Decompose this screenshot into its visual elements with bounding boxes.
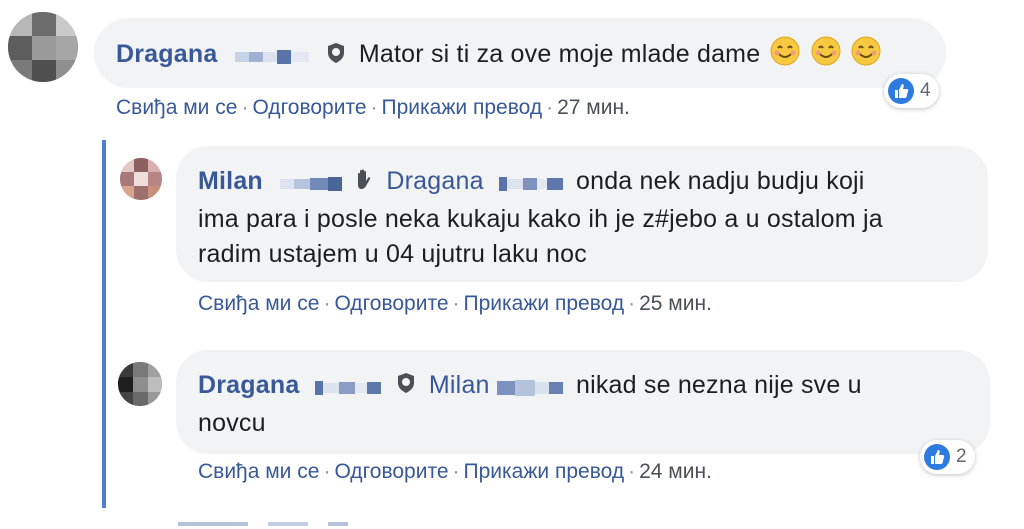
blurred-name xyxy=(496,369,563,403)
comment-line: novcu xyxy=(198,409,266,437)
timestamp[interactable]: 27 мин. xyxy=(557,96,630,119)
like-icon xyxy=(924,444,950,470)
mention-link[interactable]: Milan xyxy=(429,371,490,399)
blurred-name xyxy=(280,165,343,199)
reaction-number: 2 xyxy=(956,446,967,467)
comment-text: Milan Dragana onda nek nadju budju koji xyxy=(198,164,865,199)
comment-author[interactable]: Dragana xyxy=(198,371,299,399)
avatar[interactable] xyxy=(120,158,162,200)
comment-actions: Свиђа ми се · Одговорите · Прикажи превод · 24… xyxy=(198,460,712,483)
timestamp[interactable]: 24 мин. xyxy=(639,460,712,483)
comment-text: Dragana Mator si ti za ove moje mlade da… xyxy=(116,36,881,75)
blurred-name xyxy=(314,369,381,403)
smile-emoji-icon xyxy=(811,36,841,75)
reply-link[interactable]: Одговорите xyxy=(334,292,448,315)
comment-actions: Свиђа ми се · Одговорите · Прикажи превод · 25… xyxy=(198,292,712,315)
comment-line: onda nek nadju budju koji xyxy=(576,167,865,195)
comment-line: nikad se nezna nije sve u xyxy=(575,371,862,399)
translate-link[interactable]: Прикажи превод xyxy=(464,460,625,483)
comment-line: Mator si ti za ove moje mlade dame xyxy=(358,40,761,69)
avatar[interactable] xyxy=(118,362,162,406)
like-link[interactable]: Свиђа ми се xyxy=(198,460,319,483)
mention-link[interactable]: Dragana xyxy=(386,167,483,195)
translate-link[interactable]: Прикажи превод xyxy=(464,292,625,315)
comment-author[interactable]: Milan xyxy=(198,167,263,195)
like-link[interactable]: Свиђа ми се xyxy=(116,96,237,119)
like-link[interactable]: Свиђа ми се xyxy=(198,292,319,315)
reaction-count[interactable]: 2 xyxy=(920,440,975,474)
comment-author[interactable]: Dragana xyxy=(116,40,217,68)
avatar[interactable] xyxy=(8,12,78,82)
comment-text: Dragana Milan nikad se nezna nije sve u xyxy=(198,368,862,403)
smile-emoji-icon xyxy=(851,36,881,75)
translate-link[interactable]: Прикажи превод xyxy=(382,96,543,119)
timestamp[interactable]: 25 мин. xyxy=(639,292,712,315)
shield-icon xyxy=(396,369,416,403)
smile-emoji-icon xyxy=(770,36,800,75)
reaction-number: 4 xyxy=(920,80,931,101)
blurred-name xyxy=(498,165,563,199)
reply-thread-line xyxy=(102,140,106,508)
comment-line: ima para i posle neka kukaju kako ih je … xyxy=(198,205,883,233)
like-icon xyxy=(888,78,914,104)
comment-line: radim ustajem u 04 ujutru laku noc xyxy=(198,240,587,268)
reply-link[interactable]: Одговорите xyxy=(334,460,448,483)
blurred-name xyxy=(234,39,309,73)
wave-hand-icon xyxy=(353,165,375,199)
truncated-next-row xyxy=(178,522,378,529)
reply-link[interactable]: Одговорите xyxy=(252,96,366,119)
comment-actions: Свиђа ми се · Одговорите · Прикажи превод · 27… xyxy=(116,96,630,119)
reaction-count[interactable]: 4 xyxy=(884,74,939,108)
shield-icon xyxy=(326,39,346,73)
